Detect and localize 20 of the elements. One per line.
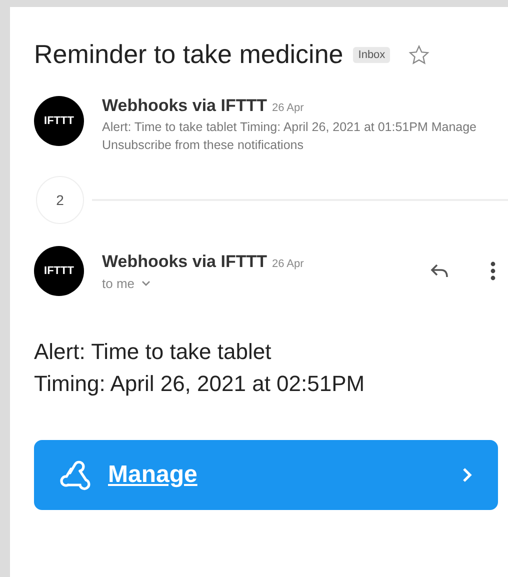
message-date: 26 Apr	[272, 258, 304, 270]
sender-avatar: IFTTT	[34, 246, 84, 296]
message-date: 26 Apr	[272, 102, 304, 114]
message-snippet: Alert: Time to take tablet Timing: April 26, 2021 at 01:51PM Manage Unsubscribe from these notifications	[102, 119, 478, 154]
reply-icon[interactable]	[430, 263, 450, 279]
more-icon[interactable]	[490, 261, 496, 281]
manage-button[interactable]: Manage	[34, 440, 498, 510]
webhook-icon	[58, 459, 92, 491]
chevron-right-icon	[462, 467, 472, 483]
message-body-line: Timing: April 26, 2021 at 02:51PM	[34, 370, 366, 398]
recipient-text: to me	[102, 276, 135, 290]
message-body-line: Alert: Time to take tablet	[34, 338, 272, 366]
sender-avatar: IFTTT	[34, 96, 84, 146]
sender-name: Webhooks via IFTTT	[102, 96, 267, 116]
sender-name: Webhooks via IFTTT	[102, 252, 267, 272]
email-subject: Reminder to take medicine	[34, 39, 344, 70]
chevron-down-icon[interactable]	[140, 280, 151, 286]
hidden-messages-count[interactable]: 2	[36, 176, 84, 224]
inbox-label[interactable]: Inbox	[353, 46, 390, 62]
star-icon[interactable]	[408, 44, 430, 66]
